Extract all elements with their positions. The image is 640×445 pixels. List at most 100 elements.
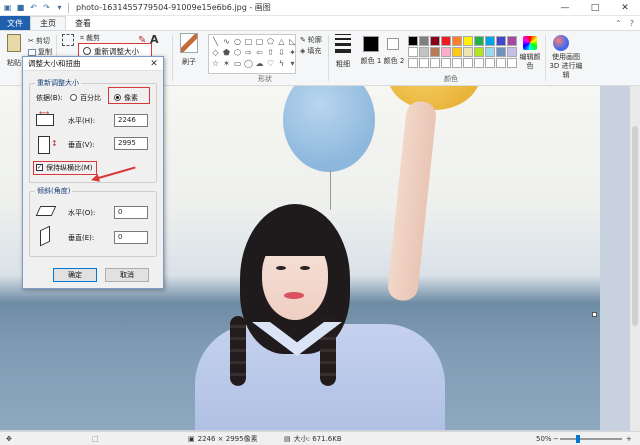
palette-swatch[interactable] [463,47,473,57]
star4-shape-icon[interactable]: ✦ [287,47,298,58]
hexagon-shape-icon[interactable]: ⬡ [232,47,243,58]
close-window-button[interactable]: ✕ [610,0,640,16]
color1-swatch[interactable] [363,36,379,52]
pentagon-shape-icon[interactable]: ⬟ [221,47,232,58]
tab-view[interactable]: 查看 [66,16,100,30]
redo-icon[interactable]: ↷ [41,2,52,13]
help-icon[interactable]: ? [630,19,634,28]
keep-ratio-checkbox[interactable]: ✓ [36,164,43,171]
callout-oval-shape-icon[interactable]: ◯ [243,58,254,69]
diamond-shape-icon[interactable]: ◇ [210,47,221,58]
text-tool-icon[interactable]: A [150,33,159,46]
arrow-up-shape-icon[interactable]: ⇧ [265,47,276,58]
pencil-icon[interactable]: ✎ [138,35,146,46]
polygon-shape-icon[interactable]: ⬠ [265,36,276,47]
percent-label[interactable]: 百分比 [80,93,101,103]
palette-swatch[interactable] [430,58,440,68]
triangle-shape-icon[interactable]: △ [276,36,287,47]
arrow-down-shape-icon[interactable]: ⇩ [276,47,287,58]
horizontal-input[interactable]: 2246 [114,114,148,127]
palette-swatch[interactable] [485,58,495,68]
arrow-right-shape-icon[interactable]: ⇨ [243,47,254,58]
color2-swatch[interactable] [387,38,399,50]
tab-home[interactable]: 主页 [30,16,66,30]
zoom-in-button[interactable]: + [626,435,632,443]
percent-radio[interactable] [70,94,77,101]
crop-button[interactable]: ⌗ 裁剪 [80,33,100,43]
cut-button[interactable]: ✂ 剪切 [28,36,50,46]
skew-h-input[interactable]: 0 [114,206,148,219]
palette-swatch[interactable] [452,47,462,57]
pixels-radio[interactable] [114,94,121,101]
palette-swatch[interactable] [463,58,473,68]
collapse-ribbon-icon[interactable]: ⌃ [615,19,622,28]
oval-shape-icon[interactable]: ○ [232,36,243,47]
palette-swatch[interactable] [430,36,440,46]
ok-button[interactable]: 确定 [53,268,97,282]
maximize-button[interactable]: □ [580,0,610,16]
palette-swatch[interactable] [441,58,451,68]
minimize-button[interactable]: — [550,0,580,16]
palette-swatch[interactable] [496,36,506,46]
palette-swatch[interactable] [496,58,506,68]
paint3d-icon[interactable] [553,35,569,51]
pixels-label[interactable]: 像素 [124,93,138,103]
fill-button[interactable]: ◈ 填充 [300,46,321,56]
save-icon[interactable]: ■ [15,2,26,13]
zoom-slider[interactable] [560,438,622,440]
callout-rect-shape-icon[interactable]: ▭ [232,58,243,69]
vertical-scrollbar[interactable] [630,86,640,431]
heart-shape-icon[interactable]: ♡ [265,58,276,69]
rect-shape-icon[interactable]: □ [243,36,254,47]
skew-v-input[interactable]: 0 [114,231,148,244]
canvas-resize-handle[interactable] [592,312,597,317]
cloud-shape-icon[interactable]: ☁ [254,58,265,69]
palette-swatch[interactable] [419,36,429,46]
palette-swatch[interactable] [419,58,429,68]
palette-swatch[interactable] [452,36,462,46]
brushes-button[interactable]: 刷子 [177,33,201,67]
zoom-out-button[interactable]: − [553,435,559,443]
palette-swatch[interactable] [419,47,429,57]
tab-file[interactable]: 文件 [0,16,30,30]
vertical-input[interactable]: 2995 [114,137,148,150]
right-triangle-shape-icon[interactable]: ◺ [287,36,298,47]
palette-swatch[interactable] [474,47,484,57]
palette-swatch[interactable] [485,47,495,57]
palette-swatch[interactable] [463,36,473,46]
palette-swatch[interactable] [507,58,517,68]
line-shape-icon[interactable]: ╲ [210,36,221,47]
roundrect-shape-icon[interactable]: ▢ [254,36,265,47]
dialog-close-button[interactable]: ✕ [145,57,163,71]
edit-colors-icon[interactable] [523,36,537,50]
palette-swatch[interactable] [485,36,495,46]
star6-shape-icon[interactable]: ✶ [221,58,232,69]
color-palette[interactable] [408,36,517,68]
undo-icon[interactable]: ↶ [28,2,39,13]
outline-button[interactable]: ✎ 轮廓 [300,35,322,45]
shapes-gallery[interactable]: ╲ ∿ ○ □ ▢ ⬠ △ ◺ ◇ ⬟ ⬡ ⇨ ⇦ ⇧ ⇩ ✦ ☆ ✶ ▭ ◯ ☁ ♡ ϟ ▾ [208,34,296,74]
star5-shape-icon[interactable]: ☆ [210,58,221,69]
cancel-button[interactable]: 取消 [105,268,149,282]
palette-swatch[interactable] [430,47,440,57]
edit-colors-label[interactable]: 编辑颜色 [517,53,543,71]
keep-ratio-label[interactable]: 保持纵横比(M) [46,163,93,173]
paint3d-label[interactable]: 使用画图 3D 进行编辑 [546,53,586,80]
palette-swatch[interactable] [441,36,451,46]
palette-swatch[interactable] [474,58,484,68]
size-button[interactable]: 粗细 [333,34,353,69]
paste-button[interactable]: 粘贴 [4,34,24,68]
palette-swatch[interactable] [507,47,517,57]
lightning-shape-icon[interactable]: ϟ [276,58,287,69]
shapes-more-icon[interactable]: ▾ [287,58,298,69]
palette-swatch[interactable] [507,36,517,46]
palette-swatch[interactable] [408,47,418,57]
arrow-left-shape-icon[interactable]: ⇦ [254,47,265,58]
palette-swatch[interactable] [474,36,484,46]
curve-shape-icon[interactable]: ∿ [221,36,232,47]
palette-swatch[interactable] [408,36,418,46]
palette-swatch[interactable] [408,58,418,68]
palette-swatch[interactable] [452,58,462,68]
customize-qa-icon[interactable]: ▾ [54,2,65,13]
palette-swatch[interactable] [496,47,506,57]
